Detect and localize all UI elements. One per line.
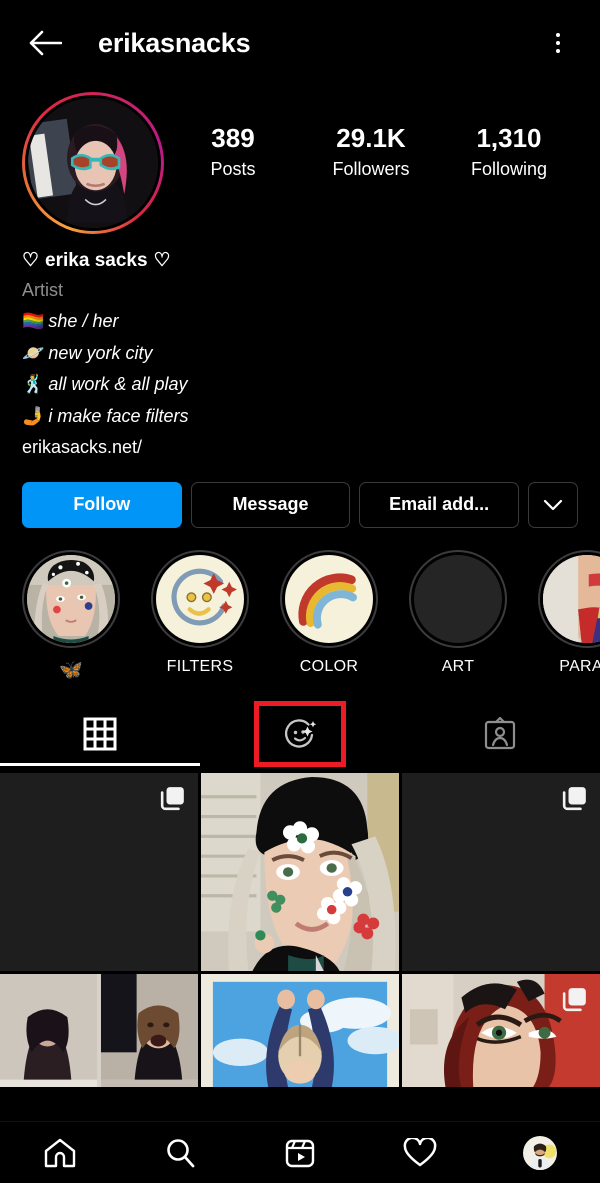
nav-activity[interactable] (390, 1128, 450, 1178)
stat-following-count: 1,310 (476, 123, 542, 153)
profile-stats: 389 Posts 29.1K Followers 1,310 Followin… (164, 92, 578, 180)
nav-reels[interactable] (270, 1128, 330, 1178)
highlight-label: PARAD (559, 657, 600, 675)
avatar-image (28, 98, 158, 228)
carousel-icon (562, 987, 586, 1011)
stat-following[interactable]: 1,310 Following (459, 123, 559, 180)
reels-icon (285, 1139, 315, 1167)
tab-tagged[interactable] (400, 702, 600, 766)
highlight-parade[interactable]: PARAD (538, 549, 600, 682)
table-row[interactable] (201, 772, 399, 971)
highlight-label: FILTERS (166, 657, 234, 675)
dancer-icon: 🕺 (22, 374, 45, 395)
nav-home[interactable] (30, 1128, 90, 1178)
display-name: ♡ erika sacks ♡ (22, 246, 578, 276)
highlight-image-dark (414, 554, 502, 643)
highlight-image-face (27, 554, 115, 643)
table-row[interactable] (0, 973, 198, 1088)
carousel-icon (160, 786, 184, 810)
profile-tab-bar (0, 700, 600, 767)
bio-line: 🤳 i make face filters (22, 401, 578, 433)
story-highlights-row[interactable]: 🦋 FILTERS COLOR ART PARA (0, 528, 600, 682)
profile-avatar-icon (523, 1135, 557, 1170)
highlight-label: 🦋 (59, 659, 83, 681)
highlight-label: ART (441, 657, 475, 675)
instagram-profile-screen: erikasnacks 389 Posts 29.1K Followers 1,… (0, 0, 600, 1183)
bio-line-text: i make face filters (48, 405, 189, 426)
stat-posts-count: 389 (211, 123, 255, 153)
follow-button[interactable]: Follow (22, 481, 182, 528)
website-link[interactable]: erikasacks.net/ (22, 432, 578, 464)
saturn-icon: 🪐 (22, 342, 45, 363)
profile-summary-row: 389 Posts 29.1K Followers 1,310 Followin… (0, 86, 600, 234)
stat-following-label: Following (470, 158, 548, 179)
highlight-cover (538, 549, 600, 648)
table-row[interactable] (402, 973, 600, 1088)
highlight-cover (409, 549, 507, 648)
effects-smiley-sparkle-icon (285, 718, 317, 748)
highlight-image-smiley-sparkle (171, 568, 237, 625)
back-arrow-icon[interactable] (22, 20, 68, 66)
highlight-image-rainbow (298, 573, 357, 629)
stat-followers-count: 29.1K (336, 123, 406, 153)
table-row[interactable] (402, 772, 600, 971)
stat-posts[interactable]: 389 Posts (183, 123, 283, 180)
highlight-filters[interactable]: FILTERS (151, 549, 249, 682)
email-address-button[interactable]: Email add... (359, 481, 519, 528)
app-header: erikasnacks (0, 0, 600, 86)
nav-search[interactable] (150, 1128, 210, 1178)
heart-right-icon: ♡ (153, 250, 171, 271)
highlight-cover (280, 549, 378, 648)
story-ring (22, 92, 164, 234)
avatar[interactable] (22, 92, 164, 234)
bio-line-text: all work & all play (48, 374, 188, 395)
profile-category: Artist (22, 280, 64, 301)
bottom-navigation-bar (0, 1121, 600, 1183)
search-icon (167, 1138, 195, 1167)
table-row[interactable] (0, 772, 198, 971)
bio-line: 🏳️‍🌈 she / her (22, 306, 578, 338)
page-title: erikasnacks (98, 27, 251, 58)
heart-activity-icon (403, 1137, 437, 1166)
highlight-image-outfit (543, 554, 600, 643)
bio-section: ♡ erika sacks ♡ Artist 🏳️‍🌈 she / her 🪐 ne… (0, 234, 600, 464)
kebab-menu-icon[interactable] (538, 20, 578, 66)
highlight-cover (22, 549, 120, 648)
active-tab-underline (0, 762, 200, 766)
tagged-person-icon (484, 716, 516, 749)
message-button[interactable]: Message (190, 481, 351, 528)
nav-profile[interactable] (510, 1128, 570, 1178)
bio-line: 🕺 all work & all play (22, 369, 578, 401)
chevron-down-icon (543, 499, 563, 510)
tab-effects[interactable] (200, 700, 400, 767)
post-image-sky-arms (201, 973, 399, 1088)
highlight-cover (151, 549, 249, 648)
stat-followers[interactable]: 29.1K Followers (321, 123, 421, 180)
display-name-text: erika sacks (45, 250, 148, 271)
stat-followers-label: Followers (332, 158, 410, 179)
table-row[interactable] (201, 973, 399, 1088)
stat-posts-label: Posts (210, 158, 256, 179)
post-grid (0, 772, 600, 1088)
highlight-art[interactable]: ART (409, 549, 507, 682)
home-icon (44, 1138, 76, 1167)
profile-action-buttons: Follow Message Email add... (0, 464, 600, 528)
rainbow-flag-icon: 🏳️‍🌈 (22, 311, 45, 332)
highlight-label: COLOR (299, 657, 359, 675)
grid-icon (83, 717, 117, 751)
highlight-butterfly[interactable]: 🦋 (22, 549, 120, 682)
selfie-icon: 🤳 (22, 405, 45, 426)
more-options-dropdown-button[interactable] (528, 481, 578, 528)
bio-line-text: new york city (48, 342, 153, 363)
carousel-icon (562, 786, 586, 810)
tab-grid[interactable] (0, 702, 200, 766)
highlight-color[interactable]: COLOR (280, 549, 378, 682)
bio-line-text: she / her (48, 311, 119, 332)
post-image-beret-flowers (201, 772, 399, 971)
post-image-video-call (0, 973, 198, 1088)
heart-left-icon: ♡ (22, 250, 40, 271)
bio-line: 🪐 new york city (22, 338, 578, 370)
